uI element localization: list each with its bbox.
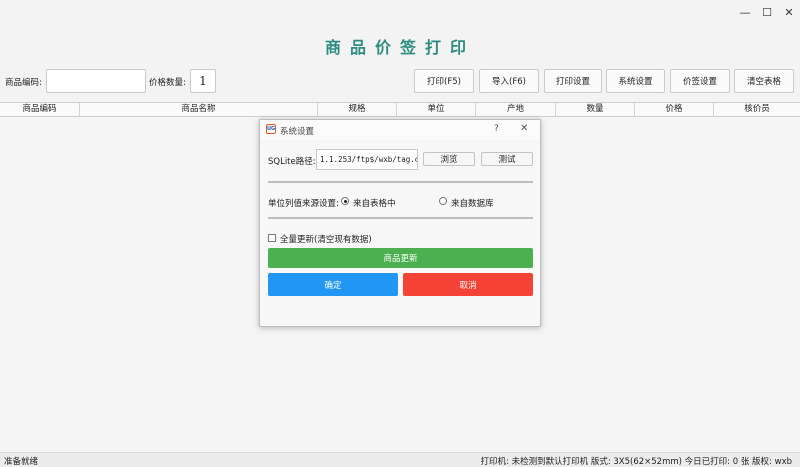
radio-from-table-label[interactable]: 来自表格中 bbox=[353, 197, 396, 209]
close-icon[interactable]: ✕ bbox=[778, 0, 800, 24]
dialog-titlebar[interactable]: UG 系统设置 ? ✕ bbox=[260, 120, 540, 140]
browse-button[interactable]: 浏览 bbox=[423, 152, 475, 166]
import-button[interactable]: 导入(F6) bbox=[479, 69, 539, 93]
product-update-button[interactable]: 商品更新 bbox=[268, 248, 533, 268]
app-logo-icon: UG bbox=[266, 124, 276, 134]
ok-button[interactable]: 确定 bbox=[268, 273, 398, 296]
column-header[interactable]: 数量 bbox=[556, 103, 635, 116]
column-header[interactable]: 价格 bbox=[635, 103, 714, 116]
minimize-icon[interactable]: — bbox=[734, 0, 756, 24]
help-icon[interactable]: ? bbox=[494, 124, 499, 134]
column-header[interactable]: 核价员 bbox=[714, 103, 800, 116]
radio-from-database[interactable] bbox=[439, 197, 447, 205]
window-controls: — ☐ ✕ bbox=[734, 0, 800, 24]
clear-table-button[interactable]: 清空表格 bbox=[734, 69, 794, 93]
column-header[interactable]: 产地 bbox=[476, 103, 556, 116]
maximize-icon[interactable]: ☐ bbox=[756, 0, 778, 24]
divider bbox=[268, 181, 533, 183]
column-header[interactable]: 商品编码 bbox=[0, 103, 80, 116]
toolbar: 商品编码: 价格数量: 1 打印(F5) 导入(F6) 打印设置 系统设置 价签… bbox=[0, 69, 800, 93]
unit-source-label: 单位列值来源设置: bbox=[268, 199, 339, 209]
sqlite-path-input[interactable]: 1.1.253/ftp$/wxb/tag.db bbox=[316, 149, 418, 170]
system-settings-button[interactable]: 系统设置 bbox=[606, 69, 665, 93]
dialog-title: 系统设置 bbox=[280, 127, 315, 137]
print-button[interactable]: 打印(F5) bbox=[414, 69, 474, 93]
quantity-input[interactable]: 1 bbox=[190, 69, 216, 93]
column-header[interactable]: 单位 bbox=[397, 103, 476, 116]
label-settings-button[interactable]: 价签设置 bbox=[670, 69, 730, 93]
divider bbox=[268, 217, 533, 219]
radio-from-database-label[interactable]: 来自数据库 bbox=[451, 197, 494, 209]
printer-info: 打印机: 未检测到默认打印机 版式: 3X5(62×52mm) 今日已打印: 0… bbox=[480, 457, 792, 467]
quantity-label: 价格数量: bbox=[149, 78, 186, 88]
test-button[interactable]: 测试 bbox=[481, 152, 533, 166]
cancel-button[interactable]: 取消 bbox=[403, 273, 533, 296]
full-update-label[interactable]: 全量更新(清空现有数据) bbox=[280, 233, 372, 245]
status-text: 准备就绪 bbox=[4, 457, 39, 467]
product-code-label: 商品编码: bbox=[5, 78, 42, 88]
dialog-close-icon[interactable]: ✕ bbox=[520, 123, 528, 134]
system-settings-dialog: UG 系统设置 ? ✕ SQLite路径: 1.1.253/ftp$/wxb/t… bbox=[259, 119, 541, 327]
column-header[interactable]: 规格 bbox=[318, 103, 397, 116]
print-settings-button[interactable]: 打印设置 bbox=[544, 69, 602, 93]
app-title: 商品价签打印 bbox=[324, 38, 475, 57]
sqlite-path-label: SQLite路径: bbox=[268, 157, 316, 167]
table-header: 商品编码 商品名称 规格 单位 产地 数量 价格 核价员 bbox=[0, 103, 800, 117]
status-bar: 准备就绪 打印机: 未检测到默认打印机 版式: 3X5(62×52mm) 今日已… bbox=[0, 452, 800, 467]
column-header[interactable]: 商品名称 bbox=[80, 103, 318, 116]
radio-from-table[interactable] bbox=[341, 197, 349, 205]
full-update-checkbox[interactable] bbox=[268, 234, 276, 242]
product-code-input[interactable] bbox=[46, 69, 146, 93]
